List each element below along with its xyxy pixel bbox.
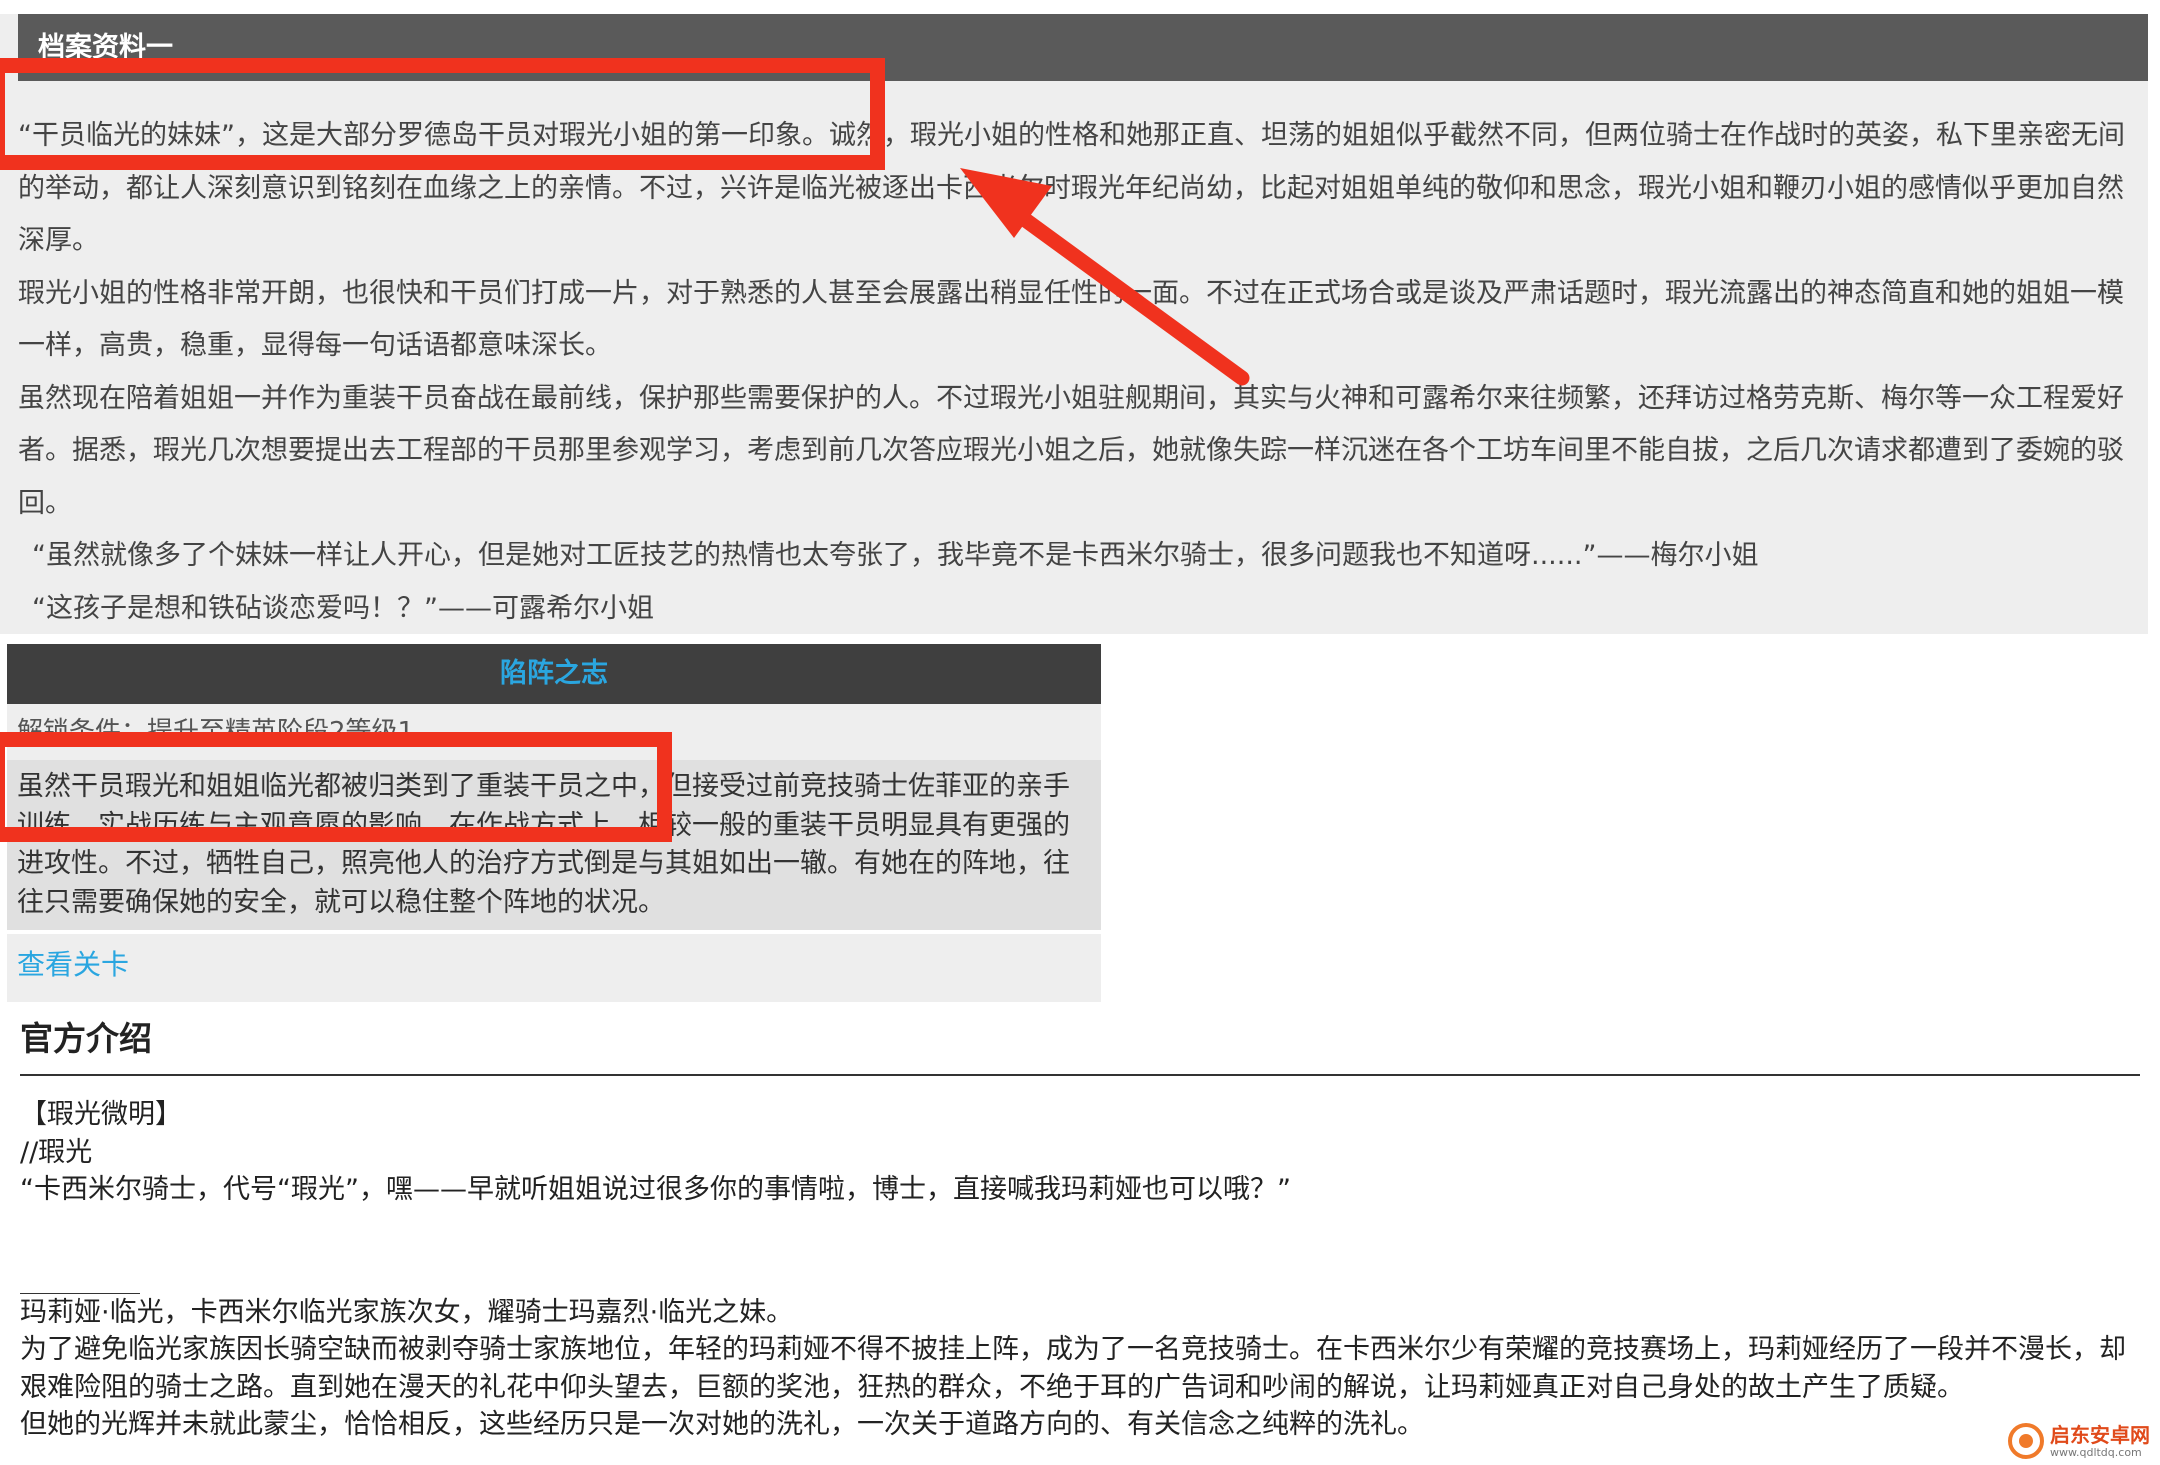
- archive-paragraph: 虽然现在陪着姐姐一并作为重装干员奋战在最前线，保护那些需要保护的人。不过瑕光小姐…: [18, 382, 2124, 519]
- official-line: //瑕光: [20, 1136, 93, 1168]
- archive-section: 档案资料一 “干员临光的妹妹”，这是大部分罗德岛干员对瑕光小姐的第一印象。诚然，…: [0, 14, 2148, 634]
- official-intro-title: 官方介绍: [20, 1019, 152, 1058]
- archive-paragraph: 瑕光小姐的性格非常开朗，也很快和干员们打成一片，对于熟悉的人甚至会展露出稍显任性…: [18, 277, 2124, 362]
- official-intro-divider: [20, 1074, 2140, 1076]
- official-paragraph: 玛莉娅·临光，卡西米尔临光家族次女，耀骑士玛嘉烈·临光之妹。: [20, 1296, 794, 1328]
- potential-panel: 陷阵之志 解锁条件：提升至精英阶段2等级1 虽然干员瑕光和姐姐临光都被归类到了重…: [7, 644, 1101, 1002]
- archive-body: “干员临光的妹妹”，这是大部分罗德岛干员对瑕光小姐的第一印象。诚然，瑕光小姐的性…: [18, 110, 2126, 635]
- potential-description: 虽然干员瑕光和姐姐临光都被归类到了重装干员之中，但接受过前竞技骑士佐菲亚的亲手训…: [7, 760, 1101, 930]
- watermark-name: 启东安卓网: [2050, 1422, 2150, 1447]
- view-stage-link[interactable]: 查看关卡: [7, 934, 1101, 996]
- watermark-logo-icon: [2008, 1423, 2044, 1459]
- potential-title: 陷阵之志: [7, 644, 1101, 704]
- short-rule: [20, 1273, 140, 1294]
- potential-unlock-condition: 解锁条件：提升至精英阶段2等级1: [7, 704, 1101, 760]
- watermark-url: www.qdltdq.com: [2050, 1445, 2142, 1459]
- official-line: 【瑕光微明】: [20, 1099, 182, 1130]
- archive-paragraph: “干员临光的妹妹”，这是大部分罗德岛干员对瑕光小姐的第一印象。诚然，瑕光小姐的性…: [18, 120, 2125, 256]
- official-paragraph: 为了避免临光家族因长骑空缺而被剥夺骑士家族地位，年轻的玛莉娅不得不披挂上阵，成为…: [20, 1334, 2126, 1403]
- archive-quote: “这孩子是想和铁砧谈恋爱吗！？”——可露希尔小姐: [32, 592, 654, 624]
- site-watermark: 启东安卓网 www.qdltdq.com: [2008, 1423, 2150, 1459]
- archive-quote: “虽然就像多了个妹妹一样让人开心，但是她对工匠技艺的热情也太夸张了，我毕竟不是卡…: [32, 540, 1759, 571]
- official-paragraph: 但她的光辉并未就此蒙尘，恰恰相反，这些经历只是一次对她的洗礼，一次关于道路方向的…: [20, 1409, 1424, 1440]
- archive-header: 档案资料一: [18, 14, 2148, 81]
- official-intro-body: 【瑕光微明】 //瑕光 “卡西米尔骑士，代号“瑕光”，嘿——早就听姐姐说过很多你…: [20, 1096, 2145, 1444]
- official-line: “卡西米尔骑士，代号“瑕光”，嘿——早就听姐姐说过很多你的事情啦，博士，直接喊我…: [20, 1174, 1291, 1205]
- watermark-text: 启东安卓网 www.qdltdq.com: [2050, 1425, 2150, 1458]
